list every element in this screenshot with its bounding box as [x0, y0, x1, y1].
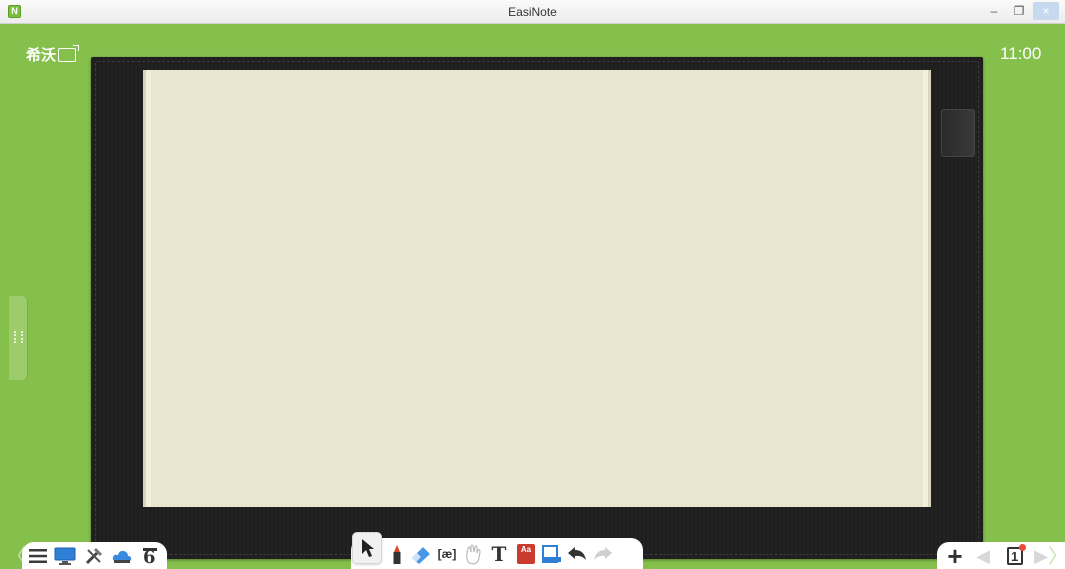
dictionary-label: Aa — [517, 544, 535, 564]
maximize-button[interactable]: ❐ — [1006, 2, 1032, 20]
scroll-right-arrow-icon[interactable]: 〉 — [1048, 540, 1065, 569]
whiteboard-frame — [91, 57, 983, 559]
text-icon[interactable]: T — [487, 542, 511, 566]
toolbar-right: + ◀ 1 ▶ — [937, 542, 1065, 569]
brand-logo: 希沃 — [26, 44, 80, 65]
prev-page-arrow-icon[interactable]: ◀ — [971, 544, 995, 568]
pen-icon[interactable] — [385, 543, 409, 567]
phonetic-icon[interactable]: [æ] — [435, 542, 459, 566]
display-icon[interactable] — [53, 544, 77, 568]
brand-text: 希沃 — [26, 47, 57, 64]
toolbar-left: 6 — [22, 542, 167, 569]
clock: 11:00 — [1000, 44, 1042, 63]
menu-icon[interactable] — [26, 544, 50, 568]
phonetic-label: [æ] — [437, 547, 457, 561]
add-page-button[interactable]: + — [943, 541, 967, 569]
tag-icon[interactable]: 6 — [139, 544, 163, 568]
select-button[interactable] — [352, 532, 382, 564]
select-icon — [362, 539, 374, 557]
text-tool-label: T — [491, 542, 507, 566]
hand-icon[interactable] — [461, 542, 485, 566]
dictionary-icon[interactable]: Aa — [514, 542, 538, 566]
undo-icon[interactable] — [565, 542, 589, 566]
insert-icon[interactable] — [539, 542, 563, 566]
window-title: EasiNote — [508, 5, 557, 19]
minimize-button[interactable]: – — [981, 2, 1007, 20]
cloud-icon[interactable] — [110, 544, 134, 568]
page-tab-handle[interactable] — [941, 109, 975, 157]
tools-icon[interactable] — [82, 544, 106, 568]
brand-board-icon — [58, 45, 80, 62]
add-page-icon: + — [947, 541, 963, 569]
grip-icon — [14, 331, 23, 343]
toolbar-center: [æ] T Aa — [351, 538, 643, 569]
eraser-icon[interactable] — [409, 542, 433, 566]
page-indicator[interactable]: 1 — [1003, 543, 1027, 567]
badge-dot — [1019, 544, 1026, 551]
title-bar: N EasiNote – ❐ × — [0, 0, 1065, 24]
page-number: 1 — [1011, 549, 1019, 564]
close-button[interactable]: × — [1033, 2, 1059, 20]
redo-icon[interactable] — [591, 542, 615, 566]
canvas-page[interactable] — [143, 70, 931, 507]
stage — [0, 24, 1065, 569]
side-panel-handle[interactable] — [9, 296, 28, 380]
